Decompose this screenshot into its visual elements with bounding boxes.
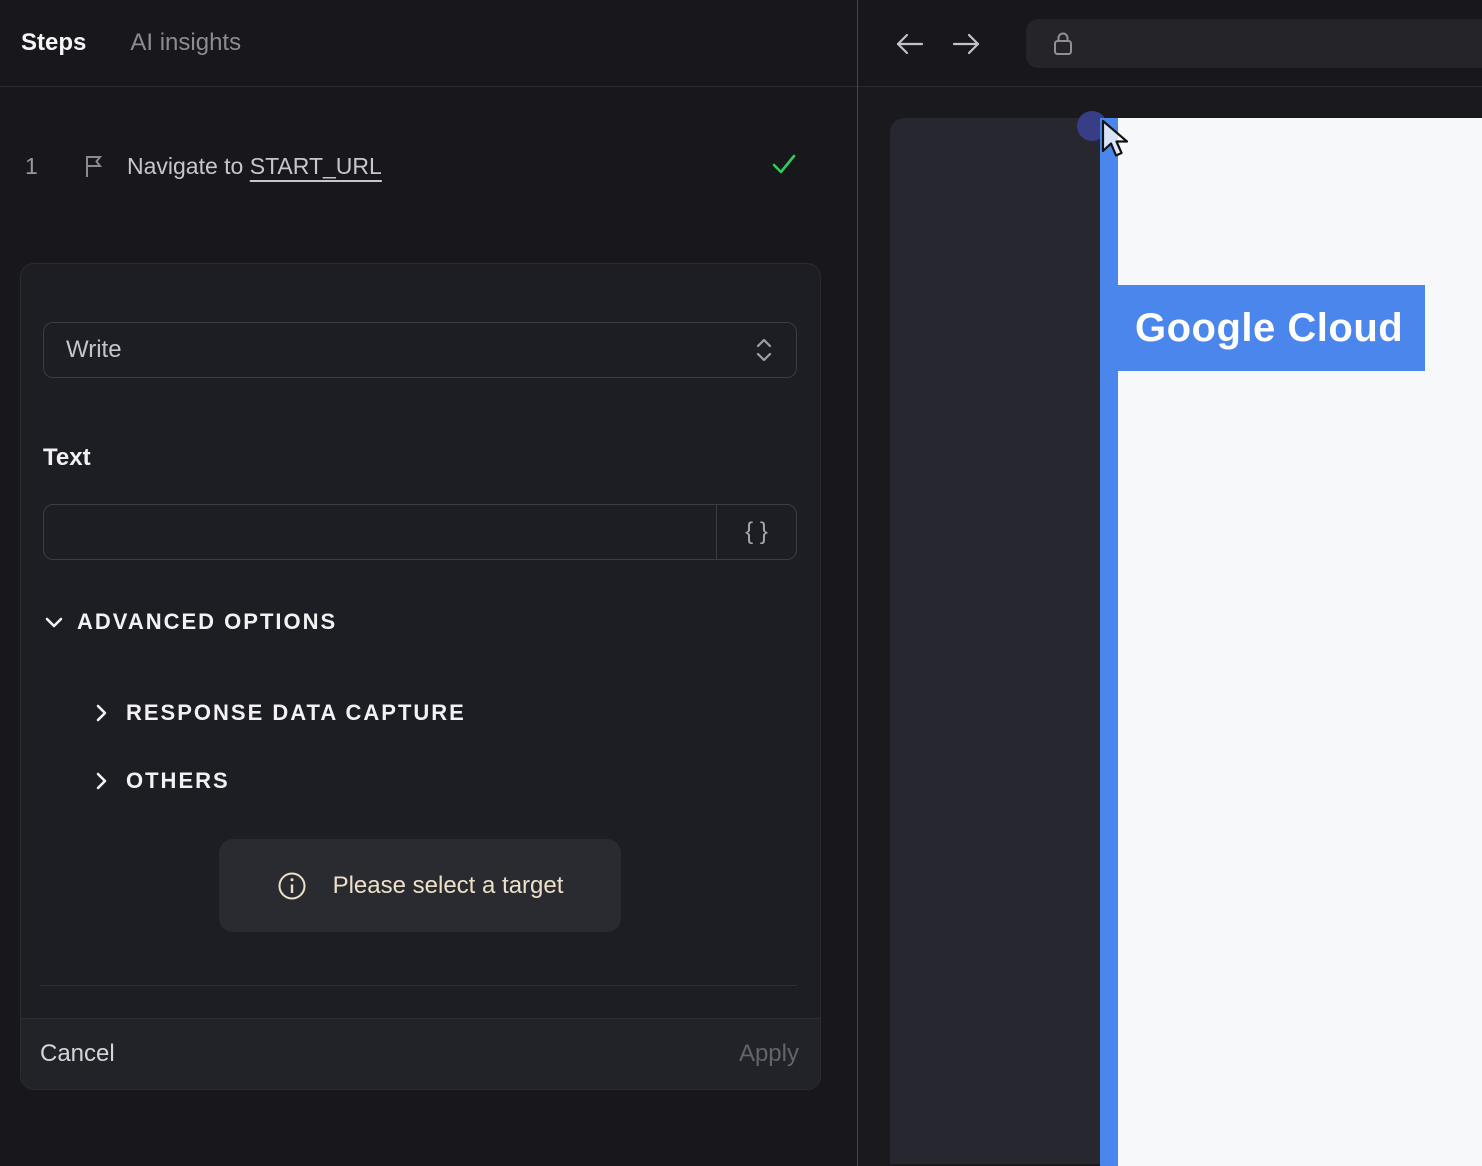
url-bar[interactable]	[1026, 19, 1482, 68]
tab-steps[interactable]: Steps	[21, 29, 86, 57]
text-field-label: Text	[43, 444, 91, 471]
step-item-1[interactable]: 1 Navigate to START_URL	[0, 148, 857, 184]
chevron-down-icon	[43, 611, 65, 633]
step-number: 1	[25, 152, 38, 179]
response-data-capture-label: RESPONSE DATA CAPTURE	[126, 700, 466, 725]
google-cloud-banner[interactable]: Google Cloud	[1117, 285, 1425, 371]
others-toggle[interactable]: OTHERS	[90, 766, 230, 796]
action-type-value: Write	[66, 336, 122, 363]
footer-divider	[40, 985, 797, 986]
arrow-right-icon[interactable]	[948, 29, 984, 59]
page-side-panel	[890, 118, 1100, 1164]
steps-panel: Steps AI insights 1 Navigate to START_UR…	[0, 0, 857, 1166]
panel-tabbar: Steps AI insights	[0, 0, 857, 87]
select-target-message: Please select a target	[332, 871, 564, 899]
google-cloud-label: Google Cloud	[1135, 305, 1404, 350]
step-start-url-link[interactable]: START_URL	[250, 153, 382, 179]
step-label-prefix: Navigate to	[127, 152, 250, 179]
check-icon	[770, 150, 798, 178]
text-input-group: { }	[43, 504, 797, 560]
response-data-capture-toggle[interactable]: RESPONSE DATA CAPTURE	[90, 698, 466, 728]
cancel-button[interactable]: Cancel	[40, 1040, 115, 1068]
browser-toolbar	[858, 0, 1482, 87]
advanced-options-toggle[interactable]: ADVANCED OPTIONS	[43, 607, 337, 637]
flag-icon	[83, 153, 105, 179]
action-type-select[interactable]: Write	[43, 322, 797, 378]
apply-button[interactable]: Apply	[739, 1040, 799, 1068]
cursor-pointer-icon	[1101, 119, 1141, 165]
lock-icon	[1052, 29, 1074, 59]
browser-panel: Google Cloud	[858, 0, 1482, 1166]
browser-viewport: Google Cloud	[858, 88, 1482, 1166]
advanced-options-label: ADVANCED OPTIONS	[77, 609, 338, 634]
text-input[interactable]	[44, 505, 716, 559]
page-content	[1118, 118, 1482, 1166]
page-blue-stripe	[1100, 118, 1118, 1166]
chevron-right-icon	[90, 770, 112, 792]
chevron-updown-icon	[754, 336, 774, 364]
others-label: OTHERS	[126, 768, 230, 793]
info-icon	[277, 871, 307, 901]
braces-icon[interactable]: { }	[716, 505, 796, 559]
editor-footer: Cancel Apply	[21, 1018, 820, 1089]
select-target-toast: Please select a target	[219, 839, 621, 932]
arrow-left-icon[interactable]	[892, 29, 928, 59]
step-label: Navigate to START_URL	[127, 153, 382, 180]
tab-ai-insights[interactable]: AI insights	[130, 29, 241, 57]
step-editor-card: Write Text { } ADVANCED OPTIONS RESPONSE…	[20, 263, 821, 1090]
chevron-right-icon	[90, 702, 112, 724]
